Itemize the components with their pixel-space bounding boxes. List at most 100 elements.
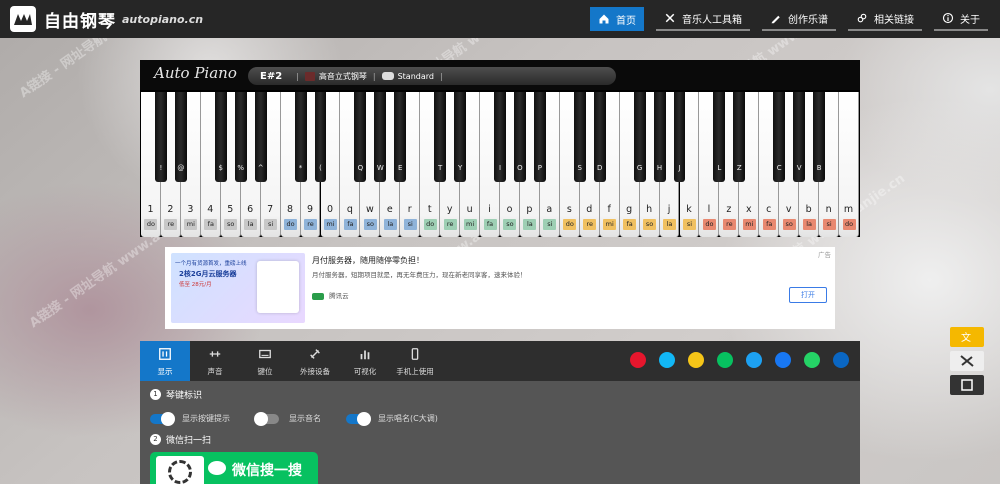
black-key[interactable]: E — [394, 92, 407, 182]
toggle-label: 显示唱名(C大调) — [378, 414, 438, 423]
ad-image-text: 2核2G月云服务器 — [179, 270, 237, 278]
black-key[interactable]: W — [374, 92, 387, 182]
key-label: k — [686, 204, 692, 215]
tab-3[interactable]: 键位 — [240, 341, 290, 381]
toggle-switch[interactable] — [346, 411, 371, 426]
key-label: G — [636, 164, 643, 172]
key-label: ! — [159, 164, 163, 172]
black-key[interactable]: @ — [174, 92, 187, 182]
black-key[interactable]: ! — [154, 92, 167, 182]
twitter-icon[interactable] — [746, 352, 762, 368]
black-key[interactable]: B — [813, 92, 826, 182]
solfege-label: la — [663, 219, 677, 230]
tab-6[interactable]: 手机上使用 — [390, 341, 440, 381]
tab-label: 显示 — [157, 367, 173, 376]
black-key[interactable]: $ — [214, 92, 227, 182]
toggle-switch[interactable] — [150, 411, 175, 426]
nav-label: 创作乐谱 — [788, 14, 828, 26]
piano-info-bar: E#2 | 高音立式钢琴 | Standard | — [248, 67, 616, 85]
key-label: H — [656, 164, 663, 172]
key-label: Y — [457, 164, 463, 172]
black-key[interactable]: D — [593, 92, 606, 182]
ad-title[interactable]: 月付服务器，随用随停零负担！ — [312, 255, 424, 266]
black-key[interactable]: P — [533, 92, 546, 182]
nav-item[interactable]: 关于 — [934, 7, 988, 31]
solfege-label: do — [284, 219, 298, 230]
toggle-switch[interactable] — [254, 411, 279, 426]
toggle-key-hints[interactable]: 显示按键提示 — [150, 411, 230, 426]
nav-label: 音乐人工具箱 — [682, 14, 742, 26]
ad-source-name: 腾讯云 — [329, 292, 349, 300]
key-label: 3 — [187, 204, 194, 215]
solfege-label: so — [643, 219, 657, 230]
key-label: $ — [218, 164, 223, 172]
fullscreen-button[interactable] — [950, 375, 984, 395]
black-key[interactable]: Y — [454, 92, 467, 182]
tab-1[interactable]: 显示 — [140, 341, 190, 381]
key-label: P — [537, 164, 542, 172]
black-key[interactable]: Q — [354, 92, 367, 182]
key-label: 5 — [227, 204, 234, 215]
mode-name[interactable]: Standard — [398, 72, 434, 81]
black-key[interactable]: ( — [314, 92, 327, 182]
instrument-name[interactable]: 高音立式钢琴 — [319, 71, 367, 82]
black-key[interactable]: G — [633, 92, 646, 182]
main-nav: 首页 音乐人工具箱 创作乐谱 相关链接 关于 — [578, 0, 988, 38]
key-label: I — [498, 164, 502, 172]
no-ads-button[interactable] — [950, 351, 984, 371]
ad-banner[interactable]: 一个月有货源首发，重磅上线 2核2G月云服务器 低至 28元/月 月付服务器，随… — [165, 247, 835, 329]
key-label: f — [607, 204, 611, 215]
black-key[interactable]: J — [673, 92, 686, 182]
nav-item[interactable]: 首页 — [590, 7, 644, 31]
black-key[interactable]: % — [234, 92, 247, 182]
nav-label: 首页 — [616, 15, 636, 27]
key-label: l — [707, 204, 711, 215]
ad-image[interactable]: 一个月有货源首发，重磅上线 2核2G月云服务器 低至 28元/月 — [171, 253, 305, 323]
toggle-solfege[interactable]: 显示唱名(C大调) — [346, 411, 438, 426]
nav-item[interactable]: 创作乐谱 — [762, 7, 836, 31]
tab-label: 声音 — [207, 367, 223, 376]
black-key[interactable]: T — [434, 92, 447, 182]
wechat-search-card[interactable]: 微信搜一搜 — [150, 452, 318, 484]
site-logo[interactable]: 自由钢琴 autopiano.cn — [10, 6, 203, 32]
toggle-note-names[interactable]: 显示音名 — [254, 411, 321, 426]
qq-icon[interactable] — [659, 352, 675, 368]
ad-image-text: 一个月有货源首发，重磅上线 — [175, 261, 247, 267]
black-key[interactable]: ^ — [254, 92, 267, 182]
black-key[interactable]: I — [494, 92, 506, 182]
logo-title: 自由钢琴 — [44, 11, 116, 32]
black-key[interactable]: S — [573, 92, 586, 182]
weibo-icon[interactable] — [630, 352, 646, 368]
key-label: a — [546, 204, 553, 215]
tab-5[interactable]: 可视化 — [340, 341, 390, 381]
translate-button[interactable]: 文 — [950, 327, 984, 347]
black-key[interactable]: L — [713, 92, 726, 182]
linkedin-icon[interactable] — [833, 352, 849, 368]
solfege-label: re — [722, 219, 736, 230]
nav-item[interactable]: 音乐人工具箱 — [656, 7, 750, 31]
cloud-icon — [312, 292, 324, 300]
black-key[interactable]: * — [294, 92, 307, 182]
section-number: 2 — [150, 434, 161, 445]
qzone-icon[interactable] — [688, 352, 704, 368]
key-label: z — [726, 204, 732, 215]
whatsapp-icon[interactable] — [804, 352, 820, 368]
black-key[interactable]: O — [513, 92, 526, 182]
black-key[interactable]: Z — [733, 92, 746, 182]
key-label: O — [517, 164, 523, 172]
black-key[interactable]: H — [653, 92, 666, 182]
black-key[interactable]: C — [773, 92, 786, 182]
facebook-icon[interactable] — [775, 352, 791, 368]
no-ads-icon — [960, 355, 974, 367]
tab-4[interactable]: 外接设备 — [290, 341, 340, 381]
tab-2[interactable]: 声音 — [190, 341, 240, 381]
nav-item[interactable]: 相关链接 — [848, 7, 922, 31]
ad-open-button[interactable]: 打开 — [789, 287, 827, 303]
black-key[interactable]: V — [793, 92, 806, 182]
ad-description: 月付服务器，短期项目就是，再无年费压力，现在新老同享客，速来体验！ — [312, 271, 527, 279]
wechat-icon — [208, 461, 226, 475]
key-label: t — [427, 204, 432, 215]
key-label: 2 — [167, 204, 174, 215]
white-key[interactable]: m do — [839, 92, 859, 237]
wechat-icon[interactable] — [717, 352, 733, 368]
